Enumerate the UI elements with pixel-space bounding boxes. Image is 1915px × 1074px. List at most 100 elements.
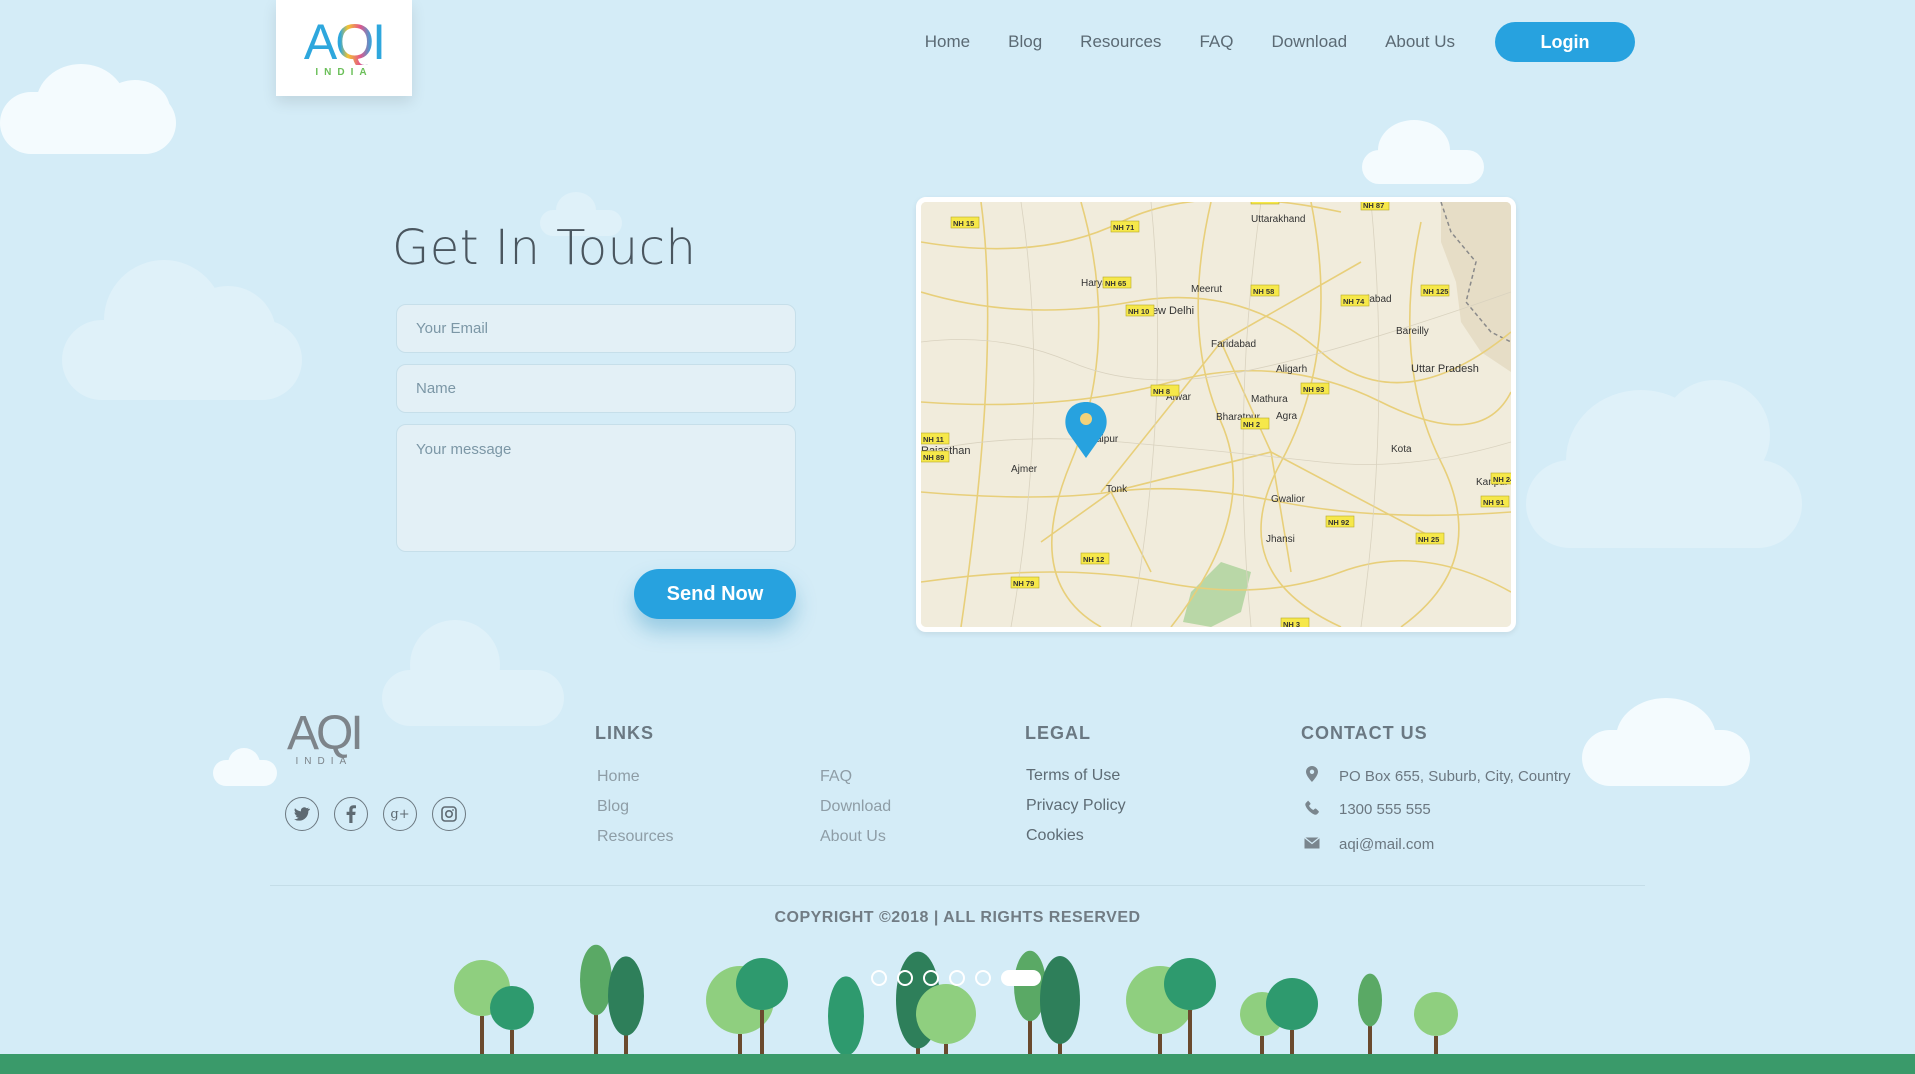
footer-link-cookies[interactable]: Cookies	[1026, 827, 1084, 845]
svg-text:NH 71: NH 71	[1113, 223, 1134, 232]
map-place-label: Kota	[1391, 444, 1412, 455]
highway-shield: NH 8	[1150, 384, 1180, 397]
highway-shield: NH 2	[1240, 417, 1270, 430]
contact-heading: CONTACT US	[1301, 723, 1428, 743]
twitter-icon[interactable]	[285, 797, 319, 831]
footer-link-privacy[interactable]: Privacy Policy	[1026, 797, 1126, 815]
name-field[interactable]	[396, 364, 796, 413]
page-title: Get In Touch	[392, 220, 697, 276]
email-field[interactable]	[396, 304, 796, 353]
nav-about-us[interactable]: About Us	[1385, 32, 1455, 52]
tree	[580, 944, 612, 1060]
highway-shield: NH 79	[1010, 576, 1040, 589]
nav-download[interactable]: Download	[1271, 32, 1347, 52]
tree	[916, 984, 976, 1060]
map-place-label: Uttar Pradesh	[1411, 363, 1479, 375]
svg-text:NH 79: NH 79	[1013, 579, 1034, 588]
highway-shield: NH 11	[921, 432, 950, 445]
footer-link-home[interactable]: Home	[597, 768, 640, 786]
logo-wordmark: AQI	[303, 13, 386, 70]
highway-shield: NH 93	[1300, 382, 1330, 395]
highway-shield: NH 73	[1250, 202, 1280, 205]
tree	[608, 956, 644, 1060]
svg-text:NH 87: NH 87	[1363, 202, 1384, 210]
slider-dot[interactable]	[923, 970, 939, 986]
contact-address: PO Box 655, Suburb, City, Country	[1303, 766, 1571, 786]
social-links: g+	[285, 797, 466, 831]
site-logo[interactable]: AQI INDIA	[276, 0, 412, 96]
location-map[interactable]: UttarakhandHaryanaNew DelhiMeerutMoradab…	[916, 197, 1516, 632]
contact-email: aqi@mail.com	[1303, 836, 1434, 853]
tree	[1040, 956, 1080, 1060]
svg-text:NH 15: NH 15	[953, 219, 974, 228]
highway-shield: NH 87	[1360, 202, 1390, 211]
cloud	[228, 748, 260, 780]
nav-resources[interactable]: Resources	[1080, 32, 1161, 52]
highway-shield: NH 24	[1490, 472, 1511, 485]
tree	[1414, 992, 1458, 1060]
links-heading: LINKS	[595, 723, 654, 743]
footer-link-about-us[interactable]: About Us	[820, 828, 886, 846]
legal-heading: LEGAL	[1025, 723, 1091, 743]
highway-shield: NH 74	[1340, 294, 1370, 307]
nav-faq[interactable]: FAQ	[1199, 32, 1233, 52]
nav-blog[interactable]: Blog	[1008, 32, 1042, 52]
slider-dot[interactable]	[949, 970, 965, 986]
svg-text:NH 11: NH 11	[923, 435, 944, 444]
send-now-button[interactable]: Send Now	[634, 569, 796, 619]
slider-dot[interactable]	[975, 970, 991, 986]
svg-text:NH 92: NH 92	[1328, 518, 1349, 527]
ground	[0, 1054, 1915, 1074]
footer-link-resources[interactable]: Resources	[597, 828, 673, 846]
slider-dot[interactable]	[897, 970, 913, 986]
highway-shield: NH 3	[1280, 617, 1310, 627]
map-place-label: Gwalior	[1271, 494, 1306, 505]
svg-text:NH 73: NH 73	[1253, 202, 1274, 204]
map-place-label: Faridabad	[1211, 339, 1256, 350]
svg-text:NH 93: NH 93	[1303, 385, 1324, 394]
footer-link-faq[interactable]: FAQ	[820, 768, 852, 786]
slider-dot[interactable]	[871, 970, 887, 986]
cloud	[100, 80, 170, 140]
cloud	[1378, 120, 1450, 180]
svg-text:NH 8: NH 8	[1153, 387, 1170, 396]
map-place-label: Mathura	[1251, 394, 1288, 405]
address-text: PO Box 655, Suburb, City, Country	[1339, 767, 1571, 785]
contact-phone: 1300 555 555	[1303, 800, 1431, 819]
footer-logo-wordmark: AQI	[287, 707, 364, 760]
slider-dot[interactable]	[1001, 970, 1041, 986]
highway-shield: NH 89	[921, 450, 950, 463]
highway-shield: NH 125	[1420, 284, 1450, 297]
highway-shield: NH 25	[1415, 532, 1445, 545]
tree	[828, 976, 864, 1060]
highway-shield: NH 65	[1102, 276, 1132, 289]
cloud	[1660, 380, 1770, 490]
tree	[1358, 973, 1382, 1060]
footer-link-blog[interactable]: Blog	[597, 798, 629, 816]
footer-logo[interactable]: AQI INDIA	[287, 707, 364, 768]
envelope-icon	[1303, 836, 1321, 853]
login-button[interactable]: Login	[1495, 22, 1635, 62]
google-plus-icon[interactable]: g+	[383, 797, 417, 831]
nav-home[interactable]: Home	[925, 32, 970, 52]
trees-illustration	[454, 944, 1458, 1060]
phone-text[interactable]: 1300 555 555	[1339, 801, 1431, 818]
svg-text:NH 74: NH 74	[1343, 297, 1365, 306]
highway-shield: NH 10	[1125, 304, 1155, 317]
svg-text:NH 58: NH 58	[1253, 287, 1274, 296]
tree	[1266, 978, 1318, 1060]
footer-link-download[interactable]: Download	[820, 798, 891, 816]
map-place-label: Ajmer	[1011, 464, 1038, 475]
footer-link-terms[interactable]: Terms of Use	[1026, 767, 1120, 785]
message-field[interactable]	[396, 424, 796, 552]
svg-text:NH 65: NH 65	[1105, 279, 1126, 288]
map-place-label: Aligarh	[1276, 364, 1307, 375]
instagram-icon[interactable]	[432, 797, 466, 831]
svg-text:NH 2: NH 2	[1243, 420, 1260, 429]
copyright: COPYRIGHT ©2018 | ALL RIGHTS RESERVED	[774, 909, 1141, 926]
main-nav: Home Blog Resources FAQ Download About U…	[887, 22, 1635, 62]
email-text[interactable]: aqi@mail.com	[1339, 836, 1434, 853]
facebook-icon[interactable]	[334, 797, 368, 831]
map-place-label: Jhansi	[1266, 534, 1295, 545]
highway-shield: NH 71	[1110, 220, 1140, 233]
